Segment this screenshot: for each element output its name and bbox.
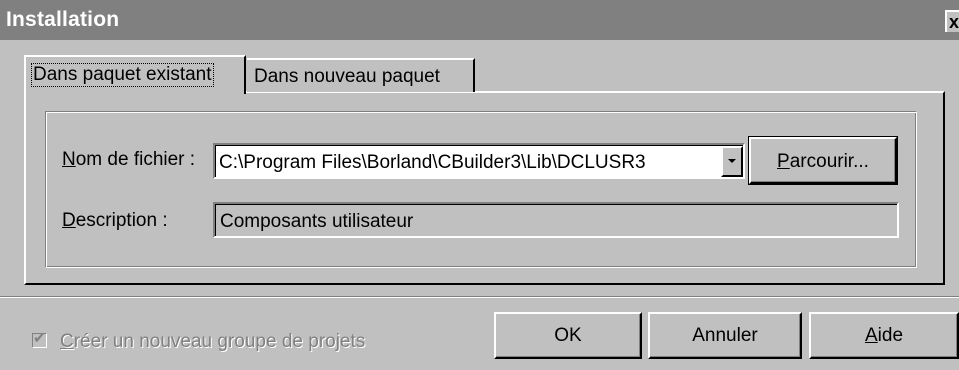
close-icon: x bbox=[949, 12, 959, 32]
browse-button[interactable]: Parcourir... bbox=[748, 136, 898, 185]
new-project-group-checkbox: ✔ bbox=[32, 330, 47, 348]
close-button[interactable]: x bbox=[945, 10, 959, 32]
tab-existing-package[interactable]: Dans paquet existant bbox=[24, 55, 246, 94]
installation-dialog: Installation x Dans paquet existant Dans… bbox=[0, 0, 959, 370]
window-title: Installation bbox=[6, 8, 120, 31]
ok-button[interactable]: OK bbox=[494, 312, 642, 359]
package-group-box bbox=[45, 111, 917, 268]
tab-new-package[interactable]: Dans nouveau paquet bbox=[247, 58, 475, 92]
help-button[interactable]: Aide bbox=[809, 312, 959, 359]
filename-label: Nom de fichier : bbox=[62, 149, 196, 170]
tab-label: Dans paquet existant bbox=[31, 63, 214, 87]
footer-separator bbox=[0, 296, 959, 298]
tab-label: Dans nouveau paquet bbox=[254, 66, 440, 87]
description-value: Composants utilisateur bbox=[220, 211, 414, 232]
filename-combobox[interactable]: C:\Program Files\Borland\CBuilder3\Lib\D… bbox=[213, 143, 745, 179]
description-label: Description : bbox=[62, 210, 168, 231]
cancel-button[interactable]: Annuler bbox=[648, 312, 802, 359]
filename-value: C:\Program Files\Borland\CBuilder3\Lib\D… bbox=[219, 152, 646, 173]
title-bar: Installation x bbox=[0, 0, 959, 40]
description-field: Composants utilisateur bbox=[213, 202, 899, 238]
checkmark-icon: ✔ bbox=[33, 330, 46, 347]
new-project-group-label: Créer un nouveau groupe de projets bbox=[60, 331, 366, 352]
chevron-down-icon[interactable] bbox=[721, 146, 743, 177]
